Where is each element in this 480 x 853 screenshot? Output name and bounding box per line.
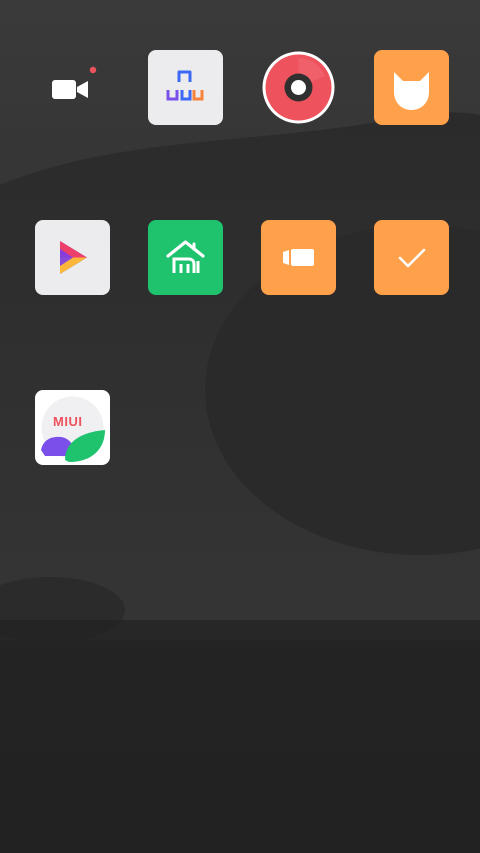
play-store-icon	[35, 220, 110, 295]
video-camera-icon	[35, 50, 110, 125]
app-music[interactable]	[261, 50, 336, 125]
music-disc-icon	[261, 50, 336, 125]
app-play-store[interactable]	[35, 220, 110, 295]
tasks-check-icon	[374, 220, 449, 295]
app-cat[interactable]	[374, 50, 449, 125]
app-tasks[interactable]	[374, 220, 449, 295]
app-screen-recorder[interactable]	[261, 220, 336, 295]
app-mi-home[interactable]	[148, 220, 223, 295]
home-screen-grid: MIUI	[0, 0, 480, 853]
screen-recorder-icon	[261, 220, 336, 295]
miui-label: MIUI	[53, 414, 83, 429]
app-video-camera[interactable]	[35, 50, 110, 125]
app-vault-icon	[148, 50, 223, 125]
mi-home-icon	[148, 220, 223, 295]
app-vault[interactable]	[148, 50, 223, 125]
cat-face-icon	[374, 50, 449, 125]
app-miui[interactable]: MIUI	[35, 390, 110, 465]
